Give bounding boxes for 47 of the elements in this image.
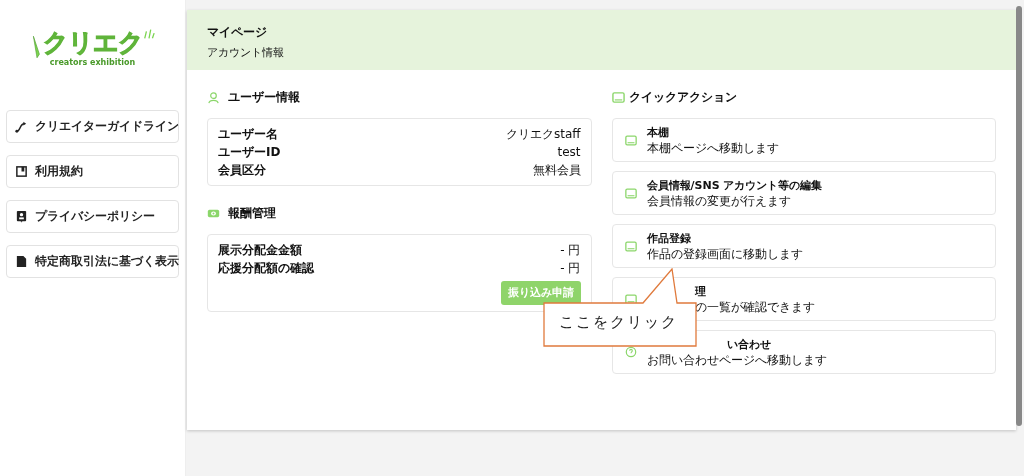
file-icon [15,255,28,268]
book-icon [15,165,28,178]
quick-action-card[interactable]: 会員情報/SNS アカウント等の編集 会員情報の変更が行えます [611,171,996,215]
action-title: 作品登録 [646,230,691,247]
sidebar-item[interactable]: 特定商取引法に基づく表示 [6,245,179,278]
field-label: ユーザーID [218,144,281,161]
field-label: 展示分配金金額 [218,242,302,259]
action-title: い合わせ [726,336,771,353]
scrollbar[interactable] [1016,6,1022,426]
field-value: - 円 [560,260,581,277]
section-title: クイックアクション [628,88,737,106]
sidebar-item[interactable]: プライバシーポリシー [6,200,179,233]
action-description: 会員情報の変更が行えます [646,193,791,208]
user-icon [207,90,220,104]
action-title: 理 [694,283,706,300]
sidebar-item[interactable]: 利用規約 [6,155,179,188]
logo-subtitle: creators exhibition [49,58,136,67]
screen-icon [624,293,637,305]
page-subtitle: アカウント情報 [207,46,285,60]
field-label: ユーザー名 [218,126,278,143]
quick-action-card[interactable]: 作品登録 作品の登録画面に移動します [611,224,996,268]
action-title: 会員情報/SNS アカウント等の編集 [646,177,823,194]
field-value: test [557,144,581,161]
field-label: 応援分配額の確認 [218,260,314,277]
field-label: 会員区分 [218,162,266,179]
screen-icon [624,240,637,252]
logo-text: クリエク [42,28,143,58]
action-description: 本棚ページへ移動します [646,140,779,155]
quick-action-card[interactable]: 本棚 本棚ページへ移動します [611,118,996,162]
section-title: ユーザー情報 [228,88,300,106]
sparkle-icon [142,28,155,40]
help-icon [624,346,637,358]
screen-icon [624,187,637,199]
page-title: マイページ [207,24,268,41]
field-value: - 円 [560,242,581,259]
action-title: 本棚 [646,124,669,141]
field-value: クリエクstaff [505,126,581,143]
screen-icon [624,134,637,146]
field-value: 無料会員 [532,162,581,179]
action-description: お問い合わせページへ移動します [646,352,827,367]
screen-icon [611,90,625,104]
route-icon [15,120,28,133]
action-description: 作品の登録画面に移動します [646,246,803,261]
action-description: の一覧が確認できます [694,299,815,314]
sidebar-item[interactable]: クリエイターガイドライン [6,110,179,143]
section-title: 報酬管理 [228,204,276,222]
id-card-icon [15,210,28,223]
